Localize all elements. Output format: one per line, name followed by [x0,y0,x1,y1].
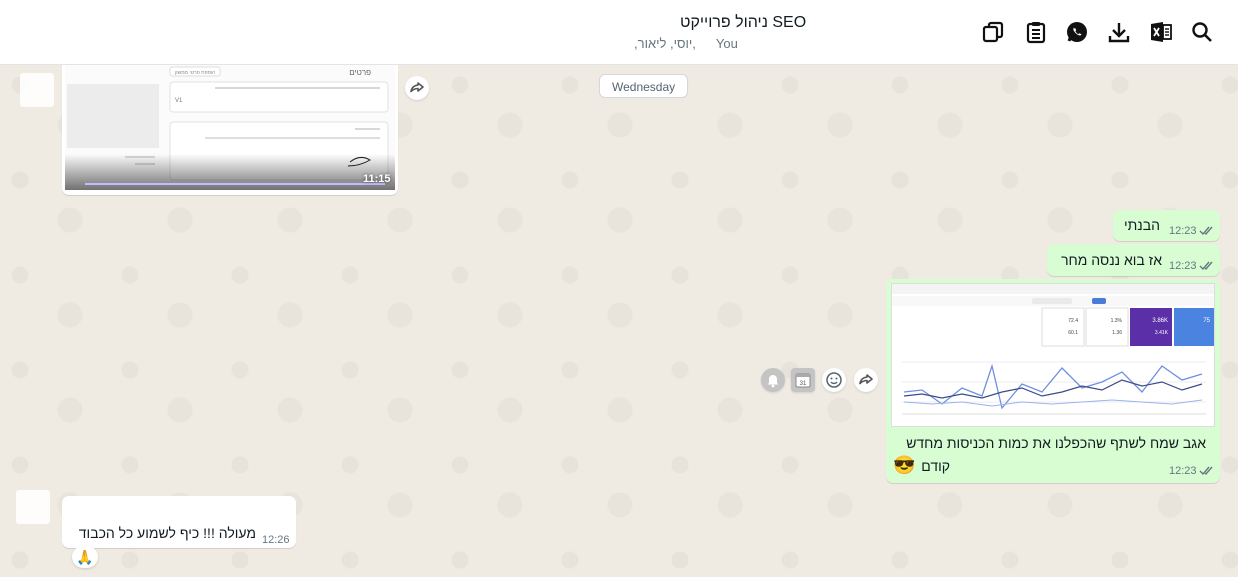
chat-title: ניהול פרוייקט SEO [680,14,807,31]
participant-name: You [715,36,738,51]
forward-button[interactable] [405,76,429,100]
image-field-value: V1 [175,98,183,104]
read-receipt-icon [1199,226,1213,236]
message-time: 11:15 [363,173,391,185]
image-panel-title: פרטים [349,68,371,77]
message-text: הבנתי [1123,217,1160,233]
participant-name: ,יוסי, ליאור, [634,36,696,51]
stat-value: 1.3% [1111,318,1123,324]
message-text: מעולה !!! כיף לשמוע כל הכבוד [78,525,256,541]
outgoing-image-message[interactable]: 75 3.86K 3.41K 1.3% 72.4 1.36 60.1 אגב ש… [886,279,1220,483]
forward-button[interactable] [854,368,878,392]
image-button-text: הוספת פרטי ממשק [175,70,216,76]
excel-icon[interactable] [1149,20,1173,44]
image-thumbnail[interactable]: הוספת פרטי ממשק פרטים V1 11:15 [65,65,395,190]
incoming-image-message[interactable]: הוספת פרטי ממשק פרטים V1 11:15 [62,65,398,195]
analytics-chart-image: 75 3.86K 3.41K 1.3% 72.4 1.36 60.1 [892,284,1214,415]
svg-text:31: 31 [800,381,807,387]
calendar-button[interactable]: 31 [791,368,815,392]
incoming-message[interactable]: מעולה !!! כיף לשמוע כל הכבוד 12:26 [62,496,296,548]
stat-value: 75 [1203,318,1210,324]
message-time: 12:26 [262,534,290,546]
stat-value: 1.36 [1112,330,1122,336]
sunglasses-emoji: 😎 [893,455,916,475]
message-time: 12:23 [1169,225,1197,237]
forward-icon [410,82,424,93]
dashboard-screenshot[interactable]: 75 3.86K 3.41K 1.3% 72.4 1.36 60.1 [891,283,1215,427]
stat-value: 60.1 [1068,330,1078,336]
stat-value: 3.86K [1152,318,1168,324]
forward-icon [859,374,873,385]
stat-value: 72.4 [1068,318,1078,324]
read-receipt-icon [1199,466,1213,476]
chat-header: ניהול פרוייקט SEO ,יוסי, ליאור, You [0,0,1238,65]
message-reaction[interactable]: 🙏 [72,546,98,568]
emoji-icon [826,372,842,388]
bell-icon [767,375,779,388]
message-text: אז בוא ננסה מחר [1061,252,1162,268]
message-caption-line1: אגב שמח לשתף שהכפלנו את כמות הכניסות מחד… [906,435,1206,451]
clipboard-icon[interactable] [1024,20,1048,44]
sender-avatar [20,73,54,107]
notify-button[interactable] [761,368,785,392]
search-icon[interactable] [1190,20,1214,44]
react-button[interactable] [822,368,846,392]
download-icon[interactable] [1107,20,1131,44]
sender-avatar [16,490,50,524]
outgoing-message[interactable]: אז בוא ננסה מחר 12:23 [1047,244,1220,276]
chat-messages-area[interactable]: Wednesday הוספת פרטי ממשק פרטים V1 11:15… [0,65,1238,577]
date-separator: Wednesday [599,74,689,98]
calendar-icon: 31 [795,373,811,388]
message-caption-line2: קודם [921,458,950,474]
message-time: 12:23 [1169,260,1197,272]
participants-list: ,יוסי, ליאור, You [634,36,748,51]
read-receipt-icon [1199,261,1213,271]
whatsapp-icon[interactable] [1065,20,1089,44]
form-screenshot-image: הוספת פרטי ממשק פרטים V1 [65,65,395,190]
stat-value: 3.41K [1155,330,1169,336]
copy-icon[interactable] [981,20,1005,44]
outgoing-message[interactable]: הבנתי 12:23 [1113,210,1220,241]
message-time: 12:23 [1169,465,1197,477]
